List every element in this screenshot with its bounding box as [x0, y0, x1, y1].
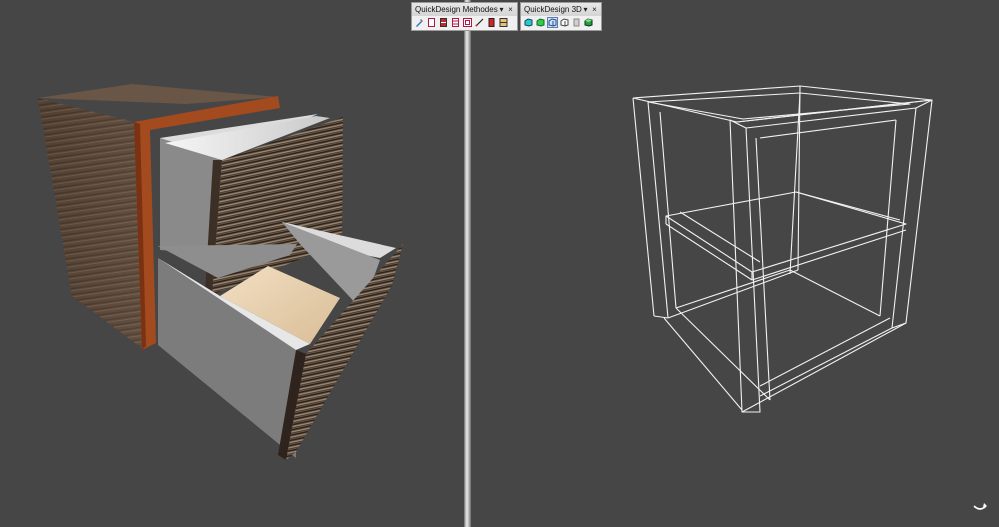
grey-panel-icon[interactable] — [571, 17, 582, 28]
three-shelf-icon[interactable] — [450, 17, 461, 28]
wire-front-left-post — [729, 119, 761, 413]
draw-line-icon[interactable] — [474, 17, 485, 28]
toolbar-close-icon[interactable]: × — [590, 3, 599, 16]
wire-box-icon[interactable] — [547, 17, 558, 28]
toolbar-quickdesign-3d[interactable]: QuickDesign 3D ▾ × — [520, 2, 602, 31]
toolbar-menu-icon[interactable]: ▾ — [497, 3, 506, 16]
wrench-pencil-icon[interactable] — [414, 17, 425, 28]
two-drawer-icon[interactable] — [438, 17, 449, 28]
viewport-wireframe[interactable] — [471, 0, 999, 527]
hidden-line-box-icon[interactable] — [559, 17, 570, 28]
solid-green-box-icon[interactable] — [535, 17, 546, 28]
cabinet-icon[interactable] — [498, 17, 509, 28]
viewport-shaded[interactable] — [0, 0, 464, 527]
solid-cyan-box-icon[interactable] — [523, 17, 534, 28]
framed-box-icon[interactable] — [462, 17, 473, 28]
wire-top-inner — [647, 92, 911, 120]
toolbar-close-icon[interactable]: × — [506, 3, 515, 16]
wireframe-cabinet-model[interactable] — [471, 0, 999, 527]
single-panel-icon[interactable] — [426, 17, 437, 28]
shaded-cabinet-model[interactable] — [0, 0, 464, 527]
green-shaded-box-icon[interactable] — [583, 17, 594, 28]
cabinet-top-face — [38, 84, 278, 104]
red-door-icon[interactable] — [486, 17, 497, 28]
toolbar-quickdesign-methodes[interactable]: QuickDesign Methodes ▾ × — [411, 2, 518, 31]
viewport-splitter[interactable] — [464, 0, 471, 527]
wire-front-right-post — [891, 99, 933, 329]
cabinet-side-overlay — [38, 98, 142, 348]
wire-middle-shelf — [665, 191, 907, 273]
toolbar-menu-icon[interactable]: ▾ — [581, 3, 590, 16]
orbit-cursor-icon — [973, 503, 987, 510]
